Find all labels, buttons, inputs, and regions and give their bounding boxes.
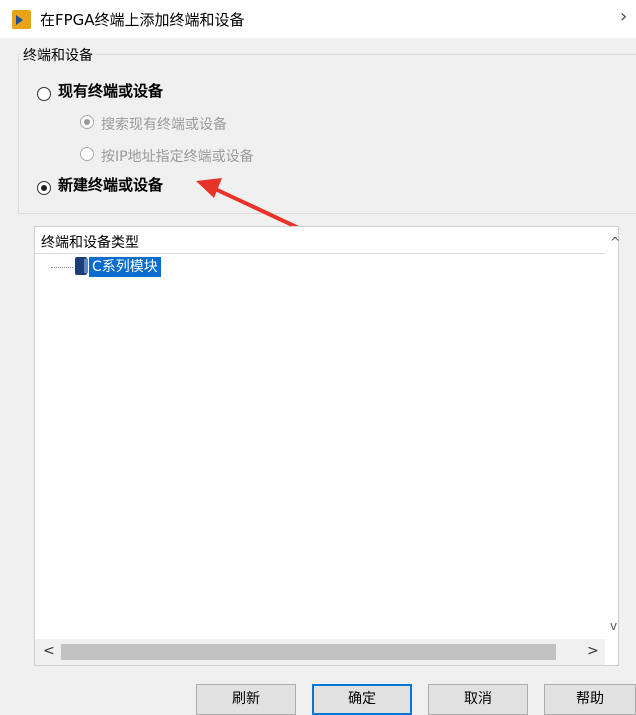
- cancel-button[interactable]: 取消: [428, 684, 528, 715]
- new-radio[interactable]: [37, 181, 51, 195]
- new-option-label: 新建终端或设备: [58, 176, 164, 194]
- scrollbar-thumb[interactable]: [61, 644, 556, 660]
- help-button[interactable]: 帮助: [544, 684, 636, 715]
- scroll-left-arrow[interactable]: <: [43, 643, 55, 659]
- existing-radio[interactable]: [37, 87, 51, 101]
- scroll-up-arrow[interactable]: ^: [610, 235, 620, 249]
- tree-header: 终端和设备类型: [35, 227, 605, 254]
- search-radio[interactable]: [80, 115, 94, 129]
- tree-header-label: 终端和设备类型: [41, 235, 139, 251]
- app-icon: [12, 10, 31, 29]
- ip-option-label: 按IP地址指定终端或设备: [101, 149, 254, 165]
- title-bar: 在FPGA终端上添加终端和设备 ›: [0, 0, 636, 38]
- tree-connector: [51, 267, 73, 268]
- ok-button[interactable]: 确定: [312, 684, 412, 715]
- horizontal-scrollbar[interactable]: < >: [35, 639, 605, 665]
- close-button[interactable]: ›: [620, 6, 627, 27]
- group-title: 终端和设备: [20, 45, 96, 65]
- tree-item-c-series[interactable]: C系列模块: [89, 257, 161, 277]
- existing-option-label: 现有终端或设备: [58, 82, 164, 100]
- scroll-down-arrow[interactable]: v: [610, 619, 617, 633]
- window-title: 在FPGA终端上添加终端和设备: [40, 11, 245, 29]
- scroll-right-arrow[interactable]: >: [587, 643, 599, 659]
- ip-radio[interactable]: [80, 147, 94, 161]
- device-type-tree[interactable]: 终端和设备类型 C系列模块 ^ v < >: [34, 226, 620, 666]
- search-option-label: 搜索现有终端或设备: [101, 117, 227, 133]
- refresh-button[interactable]: 刷新: [196, 684, 296, 715]
- c-series-module-icon: [75, 257, 88, 275]
